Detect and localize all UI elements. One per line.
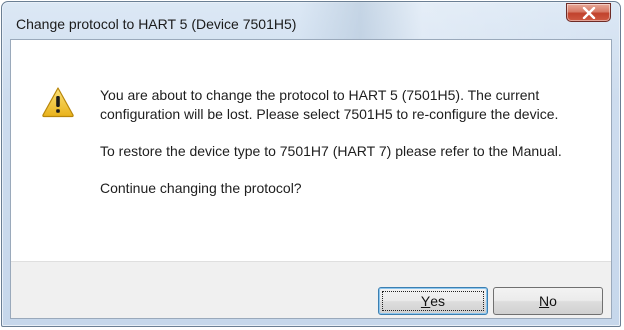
no-button-label: o (549, 293, 557, 309)
yes-button[interactable]: Yes (378, 287, 488, 315)
close-icon (582, 6, 595, 19)
yes-button-mnemonic: Y (420, 293, 431, 309)
message-paragraph-question: Continue changing the protocol? (100, 180, 302, 196)
dialog-content: You are about to change the protocol to … (10, 39, 612, 319)
message-paragraph-warning: You are about to change the protocol to … (100, 87, 559, 122)
message-area: You are about to change the protocol to … (11, 40, 611, 261)
message-text: You are about to change the protocol to … (100, 86, 600, 216)
warning-icon (42, 87, 74, 118)
no-button[interactable]: No (493, 287, 603, 315)
no-button-mnemonic: N (539, 293, 550, 309)
window-title: Change protocol to HART 5 (Device 7501H5… (16, 16, 297, 32)
message-paragraph-restore: To restore the device type to 7501H7 (HA… (100, 143, 562, 159)
close-button[interactable] (566, 3, 611, 22)
button-bar: Yes No (11, 261, 611, 318)
yes-button-label: es (430, 293, 446, 309)
dialog-window: Change protocol to HART 5 (Device 7501H5… (1, 1, 621, 327)
